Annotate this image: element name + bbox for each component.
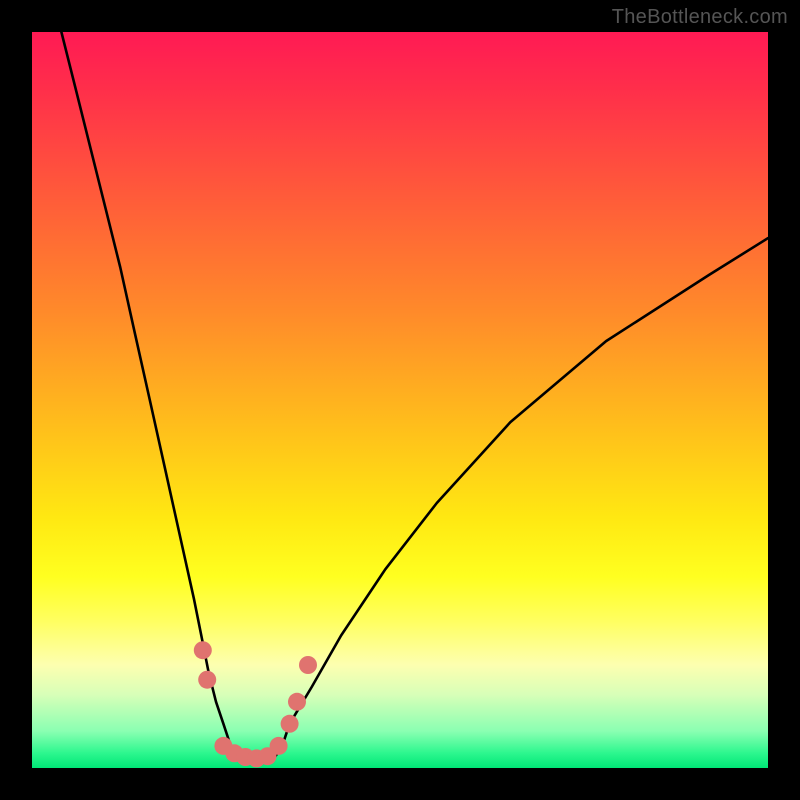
highlight-dot (270, 737, 288, 755)
highlight-dot (194, 641, 212, 659)
highlight-dots (194, 641, 317, 767)
watermark-text: TheBottleneck.com (612, 6, 788, 29)
highlight-dot (281, 715, 299, 733)
highlight-dot (299, 656, 317, 674)
highlight-dot (288, 693, 306, 711)
chart-frame: TheBottleneck.com (0, 0, 800, 800)
highlight-dot (198, 671, 216, 689)
plot-area (32, 32, 768, 768)
curve-svg (32, 32, 768, 768)
bottleneck-curve (61, 32, 768, 761)
